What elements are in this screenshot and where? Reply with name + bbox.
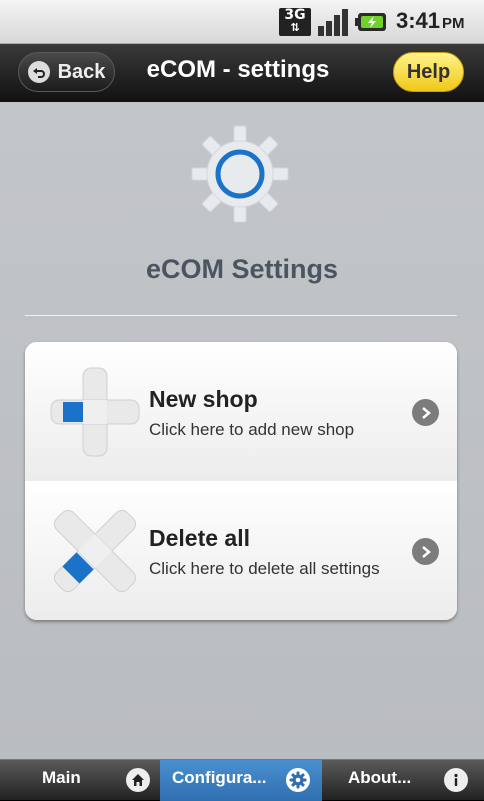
back-label: Back (57, 60, 106, 83)
clock-ampm: PM (442, 15, 465, 32)
new-shop-title: New shop (149, 386, 258, 412)
divider (25, 315, 457, 316)
network-3g-icon: 3G ⇅ (279, 8, 311, 36)
back-button[interactable]: Back (18, 52, 115, 92)
tab-about-label: About... (348, 768, 412, 787)
info-icon (444, 768, 468, 792)
tab-about[interactable]: About... (322, 760, 484, 801)
delete-all-subtitle: Click here to delete all settings (149, 559, 380, 578)
clock-time: 3:41 (396, 8, 441, 33)
delete-all-title: Delete all (149, 525, 250, 551)
plus-icon (50, 367, 140, 457)
settings-list: New shop Click here to add new shop Dele… (25, 342, 457, 620)
bottom-tab-bar: Main Configura... About... (0, 759, 484, 801)
back-arrow-icon (27, 61, 50, 83)
settings-heading: eCOM Settings (145, 254, 339, 284)
new-shop-item[interactable]: New shop Click here to add new shop (25, 342, 457, 482)
settings-gear-icon (191, 125, 289, 223)
tab-main[interactable]: Main (0, 760, 160, 801)
tab-configuration[interactable]: Configura... (160, 760, 322, 801)
tab-configuration-label: Configura... (172, 768, 267, 787)
home-icon (126, 768, 150, 792)
gear-icon (286, 768, 310, 792)
main-content: eCOM Settings New shop Click here to add… (0, 102, 484, 759)
delete-x-icon (53, 509, 137, 593)
status-bar: 3G ⇅ 3:41 PM (0, 0, 484, 44)
chevron-right-icon (412, 399, 439, 426)
help-button[interactable]: Help (393, 52, 464, 92)
chevron-right-icon (412, 538, 439, 565)
clock: 3:41 PM (396, 8, 465, 34)
delete-all-item[interactable]: Delete all Click here to delete all sett… (25, 481, 457, 620)
tab-main-label: Main (42, 768, 81, 787)
title-bar: Back eCOM - settings Help (0, 44, 484, 103)
page-title: eCOM - settings (146, 56, 330, 83)
signal-icon (318, 9, 348, 36)
battery-charging-icon (355, 13, 386, 31)
new-shop-subtitle: Click here to add new shop (149, 420, 355, 439)
